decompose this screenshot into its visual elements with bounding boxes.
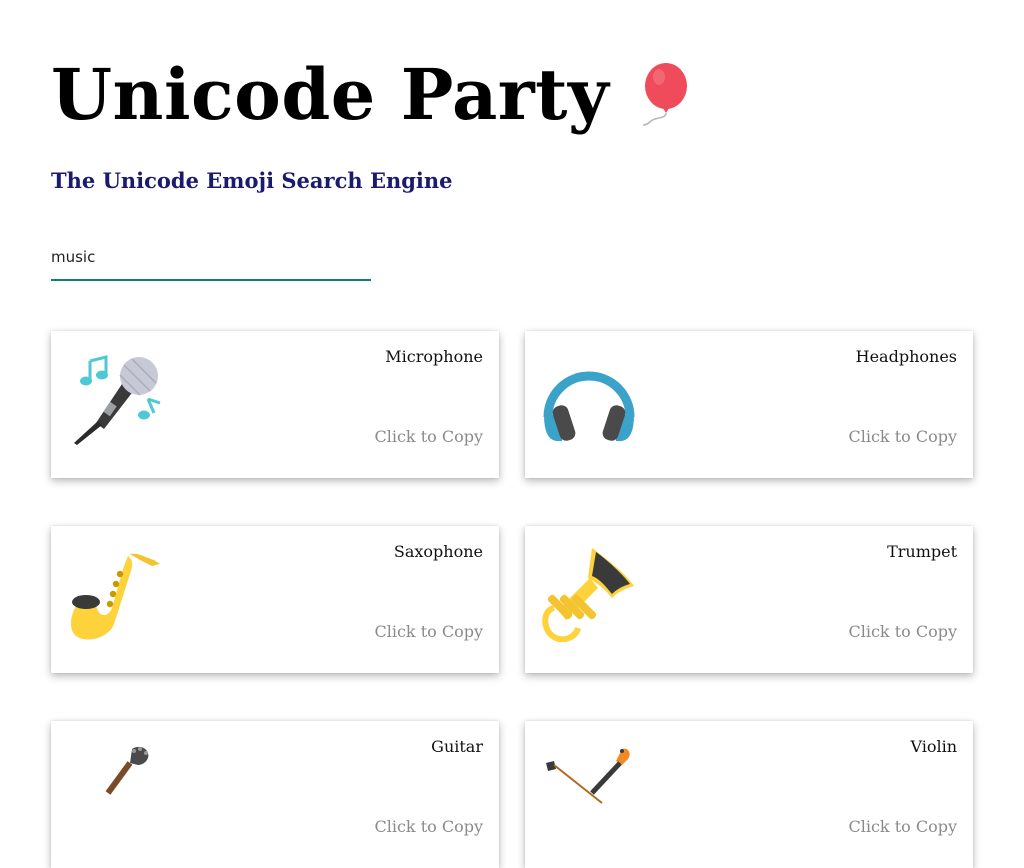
emoji-card-saxophone[interactable]: Saxophone Click to Copy [51,526,499,673]
click-to-copy-label[interactable]: Click to Copy [848,622,957,641]
emoji-card-trumpet[interactable]: Trumpet Click to Copy [525,526,973,673]
microphone-icon [68,353,162,447]
saxophone-icon [68,548,162,642]
subtitle: The Unicode Emoji Search Engine [51,168,453,193]
guitar-icon [68,743,162,837]
click-to-copy-label[interactable]: Click to Copy [374,817,483,836]
click-to-copy-label[interactable]: Click to Copy [374,622,483,641]
emoji-name: Microphone [385,347,483,366]
emoji-name: Violin [910,737,957,756]
trumpet-icon [542,548,636,643]
balloon-icon [639,63,689,133]
violin-icon [542,743,636,837]
headphones-icon [542,353,636,447]
emoji-name: Saxophone [393,542,483,561]
emoji-name: Trumpet [887,542,957,561]
emoji-name: Headphones [855,347,957,366]
click-to-copy-label[interactable]: Click to Copy [848,427,957,446]
page: Unicode Party The Unicode Emoji Search E… [0,0,1024,868]
title-row: Unicode Party [51,50,689,140]
emoji-card-guitar[interactable]: Guitar Click to Copy [51,721,499,868]
click-to-copy-label[interactable]: Click to Copy [374,427,483,446]
search-field [51,240,371,283]
emoji-card-headphones[interactable]: Headphones Click to Copy [525,331,973,478]
emoji-name: Guitar [431,737,483,756]
click-to-copy-label[interactable]: Click to Copy [848,817,957,836]
page-title: Unicode Party [51,53,610,136]
emoji-card-violin[interactable]: Violin Click to Copy [525,721,973,868]
search-input[interactable] [51,240,371,281]
emoji-card-microphone[interactable]: Microphone Click to Copy [51,331,499,478]
